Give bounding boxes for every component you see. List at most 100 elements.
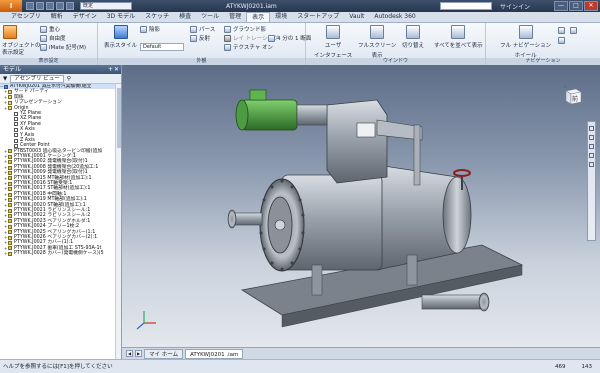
perspective-button[interactable]: パース (190, 25, 215, 33)
tab-analysis[interactable]: 解析 (46, 12, 68, 22)
maximize-button[interactable]: □ (569, 1, 583, 11)
tab-view[interactable]: 表示 (246, 12, 271, 22)
undo-icon[interactable] (56, 2, 64, 10)
degrees-of-freedom-button[interactable]: 自由度 (40, 34, 66, 42)
reflection-button[interactable]: 反射 (190, 34, 210, 42)
part-icon (8, 192, 12, 197)
tab-3d-model[interactable]: 3D モデル (102, 12, 140, 22)
ground-shadow-button[interactable]: グラウンド影 (224, 25, 266, 33)
tab-sketch[interactable]: スケッチ (140, 12, 174, 22)
tab-document[interactable]: ATYKWJ0201 .iam (185, 348, 244, 359)
browser-title: モデル (3, 66, 22, 73)
top-housing-window (356, 122, 376, 138)
browser-add-icon[interactable]: + (108, 65, 113, 74)
open-icon[interactable] (36, 2, 44, 10)
ribbon-group-title: 外観 (98, 58, 305, 65)
visual-style-button[interactable]: 表示スタイル (104, 25, 137, 49)
tab-scroll-right-icon[interactable]: ▶ (135, 350, 142, 357)
support-post (413, 124, 421, 186)
orbit-icon (570, 27, 577, 34)
work-feature-icon (14, 138, 18, 143)
part-icon (8, 230, 12, 235)
user-interface-button[interactable]: ユーザ インタフェース (314, 25, 352, 59)
tab-vault[interactable]: Vault (344, 12, 369, 22)
full-screen-icon (370, 25, 385, 39)
tab-scroll-left-icon[interactable]: ◀ (126, 350, 133, 357)
assembly-model[interactable] (122, 65, 600, 347)
zoom-button[interactable] (558, 37, 565, 44)
redo-icon[interactable] (66, 2, 74, 10)
save-icon[interactable] (46, 2, 54, 10)
outlet-pipe (421, 294, 483, 310)
tab-manage[interactable]: 管理 (224, 12, 246, 22)
part-icon (8, 224, 12, 229)
folder-icon (8, 100, 12, 105)
steering-wheel-icon[interactable] (589, 126, 594, 131)
tab-design[interactable]: デザイン (68, 12, 102, 22)
part-icon (8, 241, 12, 246)
tree-row[interactable]: + PTYWK.J0028 カバー(発電機側ケース)(5 (0, 251, 116, 256)
status-count-1: 469 (555, 364, 566, 370)
browser-close-icon[interactable]: ✕ (114, 65, 119, 74)
tab-environments[interactable]: 環境 (270, 12, 292, 22)
part-icon (8, 154, 12, 159)
shaded-button[interactable]: 陰影 (140, 25, 160, 33)
ribbon-group-windows: ユーザ インタフェース フルスクリーン 表示 切り替え すべてを並べて表示 ウイ… (306, 23, 486, 65)
browser-scrollbar[interactable] (115, 84, 121, 359)
object-visibility-button[interactable] (3, 25, 17, 39)
graphics-viewport[interactable]: 前 (122, 65, 600, 347)
switch-window-button[interactable]: 切り替え (402, 25, 424, 49)
application-menu-button[interactable]: I (0, 0, 22, 12)
object-visibility-icon (3, 25, 17, 39)
tab-autodesk-360[interactable]: Autodesk 360 (369, 12, 420, 22)
inlet-nozzle-flange (227, 209, 237, 229)
pan-button[interactable] (558, 27, 565, 34)
orbit-button[interactable] (570, 27, 577, 34)
part-icon (8, 181, 12, 186)
search-input[interactable] (440, 2, 492, 10)
scrollbar-thumb[interactable] (117, 88, 121, 148)
look-at-icon[interactable] (589, 162, 594, 167)
part-icon (8, 214, 12, 219)
pan-icon[interactable] (589, 135, 594, 140)
flange-hub (274, 219, 286, 231)
ribbon-group-navigation: フル ナビゲーション ホイール ナビゲーション (486, 23, 600, 65)
view-cube[interactable]: 前 (562, 85, 584, 107)
document-title: ATYKWJ0201.iam (226, 3, 277, 10)
find-icon[interactable]: ⚲ (67, 76, 71, 82)
quarter-section-button[interactable]: 4 分の 1 断面 (268, 34, 311, 42)
full-navigation-wheel-button[interactable]: フル ナビゲーション ホイール (500, 25, 551, 59)
part-icon (8, 251, 12, 256)
tab-my-home[interactable]: マイ ホーム (144, 348, 184, 359)
window-controls: — □ ✕ (554, 1, 598, 11)
tab-inspect[interactable]: 検査 (174, 12, 196, 22)
new-icon[interactable] (26, 2, 34, 10)
filter-icon[interactable]: ▼ (3, 76, 7, 82)
part-icon (8, 197, 12, 202)
appearance-select[interactable]: Default (140, 43, 184, 51)
close-button[interactable]: ✕ (584, 1, 598, 11)
reflection-icon (190, 34, 197, 42)
ray-tracing-icon (224, 34, 231, 42)
imate-glyph-button[interactable]: iMate 記号(M) (40, 43, 86, 51)
tab-assembly[interactable]: アセンブリ (6, 12, 46, 22)
minimize-button[interactable]: — (554, 1, 568, 11)
texture-on-button[interactable]: テクスチャ オン (224, 43, 273, 51)
center-of-gravity-button[interactable]: 重心 (40, 25, 60, 33)
signin-link[interactable]: サインイン (500, 2, 530, 11)
tile-all-button[interactable]: すべてを並べて表示 (434, 25, 483, 49)
model-browser: モデル + ✕ ▼ アセンブリ ビュー ⚲ − ATYKWJ0201 減圧水付汽実験… (0, 65, 122, 359)
shaded-icon (140, 25, 147, 33)
steering-wheel-icon (518, 25, 533, 39)
orbit-icon[interactable] (589, 153, 594, 158)
view-selector[interactable]: アセンブリ ビュー (10, 74, 64, 83)
center-of-gravity-icon (40, 25, 47, 33)
zoom-icon[interactable] (589, 144, 594, 149)
appearance-combo[interactable]: 既定 (80, 2, 132, 10)
full-screen-button[interactable]: フルスクリーン 表示 (358, 25, 396, 59)
visual-style-icon (113, 25, 128, 39)
part-icon (8, 165, 12, 170)
tab-get-started[interactable]: スタートアップ (292, 12, 344, 22)
tab-tools[interactable]: ツール (196, 12, 224, 22)
title-bar: I 既定 ATYKWJ0201.iam サインイン — □ ✕ (0, 0, 600, 12)
